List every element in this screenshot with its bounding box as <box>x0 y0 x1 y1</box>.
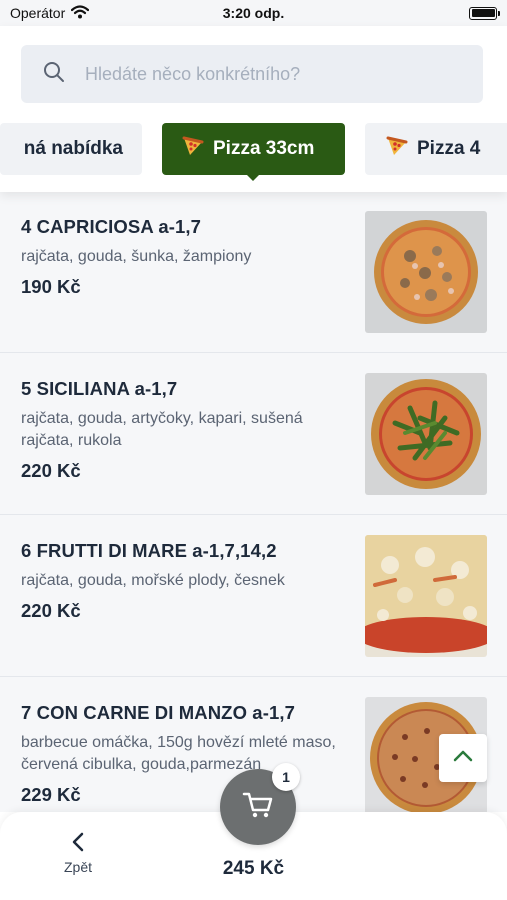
item-description: rajčata, gouda, mořské plody, česnek <box>21 572 285 589</box>
tab-pizza-33cm[interactable]: Pizza 33cm <box>162 123 345 175</box>
active-tab-indicator <box>246 174 260 181</box>
header: ná nabídka Pizza 33cm <box>0 26 507 192</box>
status-left: Operátor <box>10 4 90 22</box>
pizza-slice-icon <box>182 136 204 162</box>
category-tabs: ná nabídka Pizza 33cm Pizza 4 <box>0 123 507 181</box>
menu-item[interactable]: 4 CAPRICIOSA a-1,7 rajčata, gouda, šunka… <box>0 192 507 353</box>
status-bar: Operátor 3:20 odp. <box>0 0 507 26</box>
pizza-image[interactable] <box>365 373 487 495</box>
item-price: 190 Kč <box>21 276 81 297</box>
search-bar[interactable] <box>21 45 483 103</box>
carrier-label: Operátor <box>10 5 66 21</box>
item-price: 220 Kč <box>21 460 81 481</box>
chevron-left-icon <box>72 832 84 855</box>
tab-label: ná nabídka <box>23 138 123 159</box>
chevron-up-icon <box>453 749 473 767</box>
order-total: 245 Kč <box>222 858 285 879</box>
item-description: barbecue omáčka, 150g hovězí mleté maso,… <box>21 734 336 773</box>
item-name: 5 SICILIANA a-1,7 <box>21 378 178 399</box>
pizza-image[interactable] <box>365 211 487 333</box>
pizza-image[interactable] <box>365 535 487 657</box>
item-name: 7 CON CARNE DI MANZO a-1,7 <box>21 702 295 723</box>
battery-icon <box>469 6 500 20</box>
tab-label: Pizza 33cm <box>213 138 315 159</box>
cart-icon <box>242 791 274 824</box>
item-description: rajčata, gouda, artyčoky, kapari, sušená… <box>21 410 303 449</box>
search-icon <box>43 61 85 88</box>
search-input[interactable] <box>85 63 445 85</box>
menu-item[interactable]: 5 SICILIANA a-1,7 rajčata, gouda, artyčo… <box>0 354 507 515</box>
cart-count-badge: 1 <box>272 763 300 791</box>
item-name: 4 CAPRICIOSA a-1,7 <box>21 216 201 237</box>
tab-pizza-40cm[interactable]: Pizza 4 <box>365 123 507 175</box>
tab-label: Pizza 4 <box>417 138 481 159</box>
item-price: 220 Kč <box>21 600 81 621</box>
tab-denni-nabidka[interactable]: ná nabídka <box>0 123 142 175</box>
scroll-to-top-button[interactable] <box>439 734 487 782</box>
item-description: rajčata, gouda, šunka, žampiony <box>21 248 252 265</box>
pizza-slice-icon <box>386 136 408 162</box>
menu-item[interactable]: 6 FRUTTI DI MARE a-1,7,14,2 rajčata, gou… <box>0 516 507 677</box>
item-name: 6 FRUTTI DI MARE a-1,7,14,2 <box>21 540 277 561</box>
menu-list: 4 CAPRICIOSA a-1,7 rajčata, gouda, šunka… <box>0 192 507 812</box>
wifi-icon <box>71 4 90 22</box>
item-price: 229 Kč <box>21 784 81 805</box>
